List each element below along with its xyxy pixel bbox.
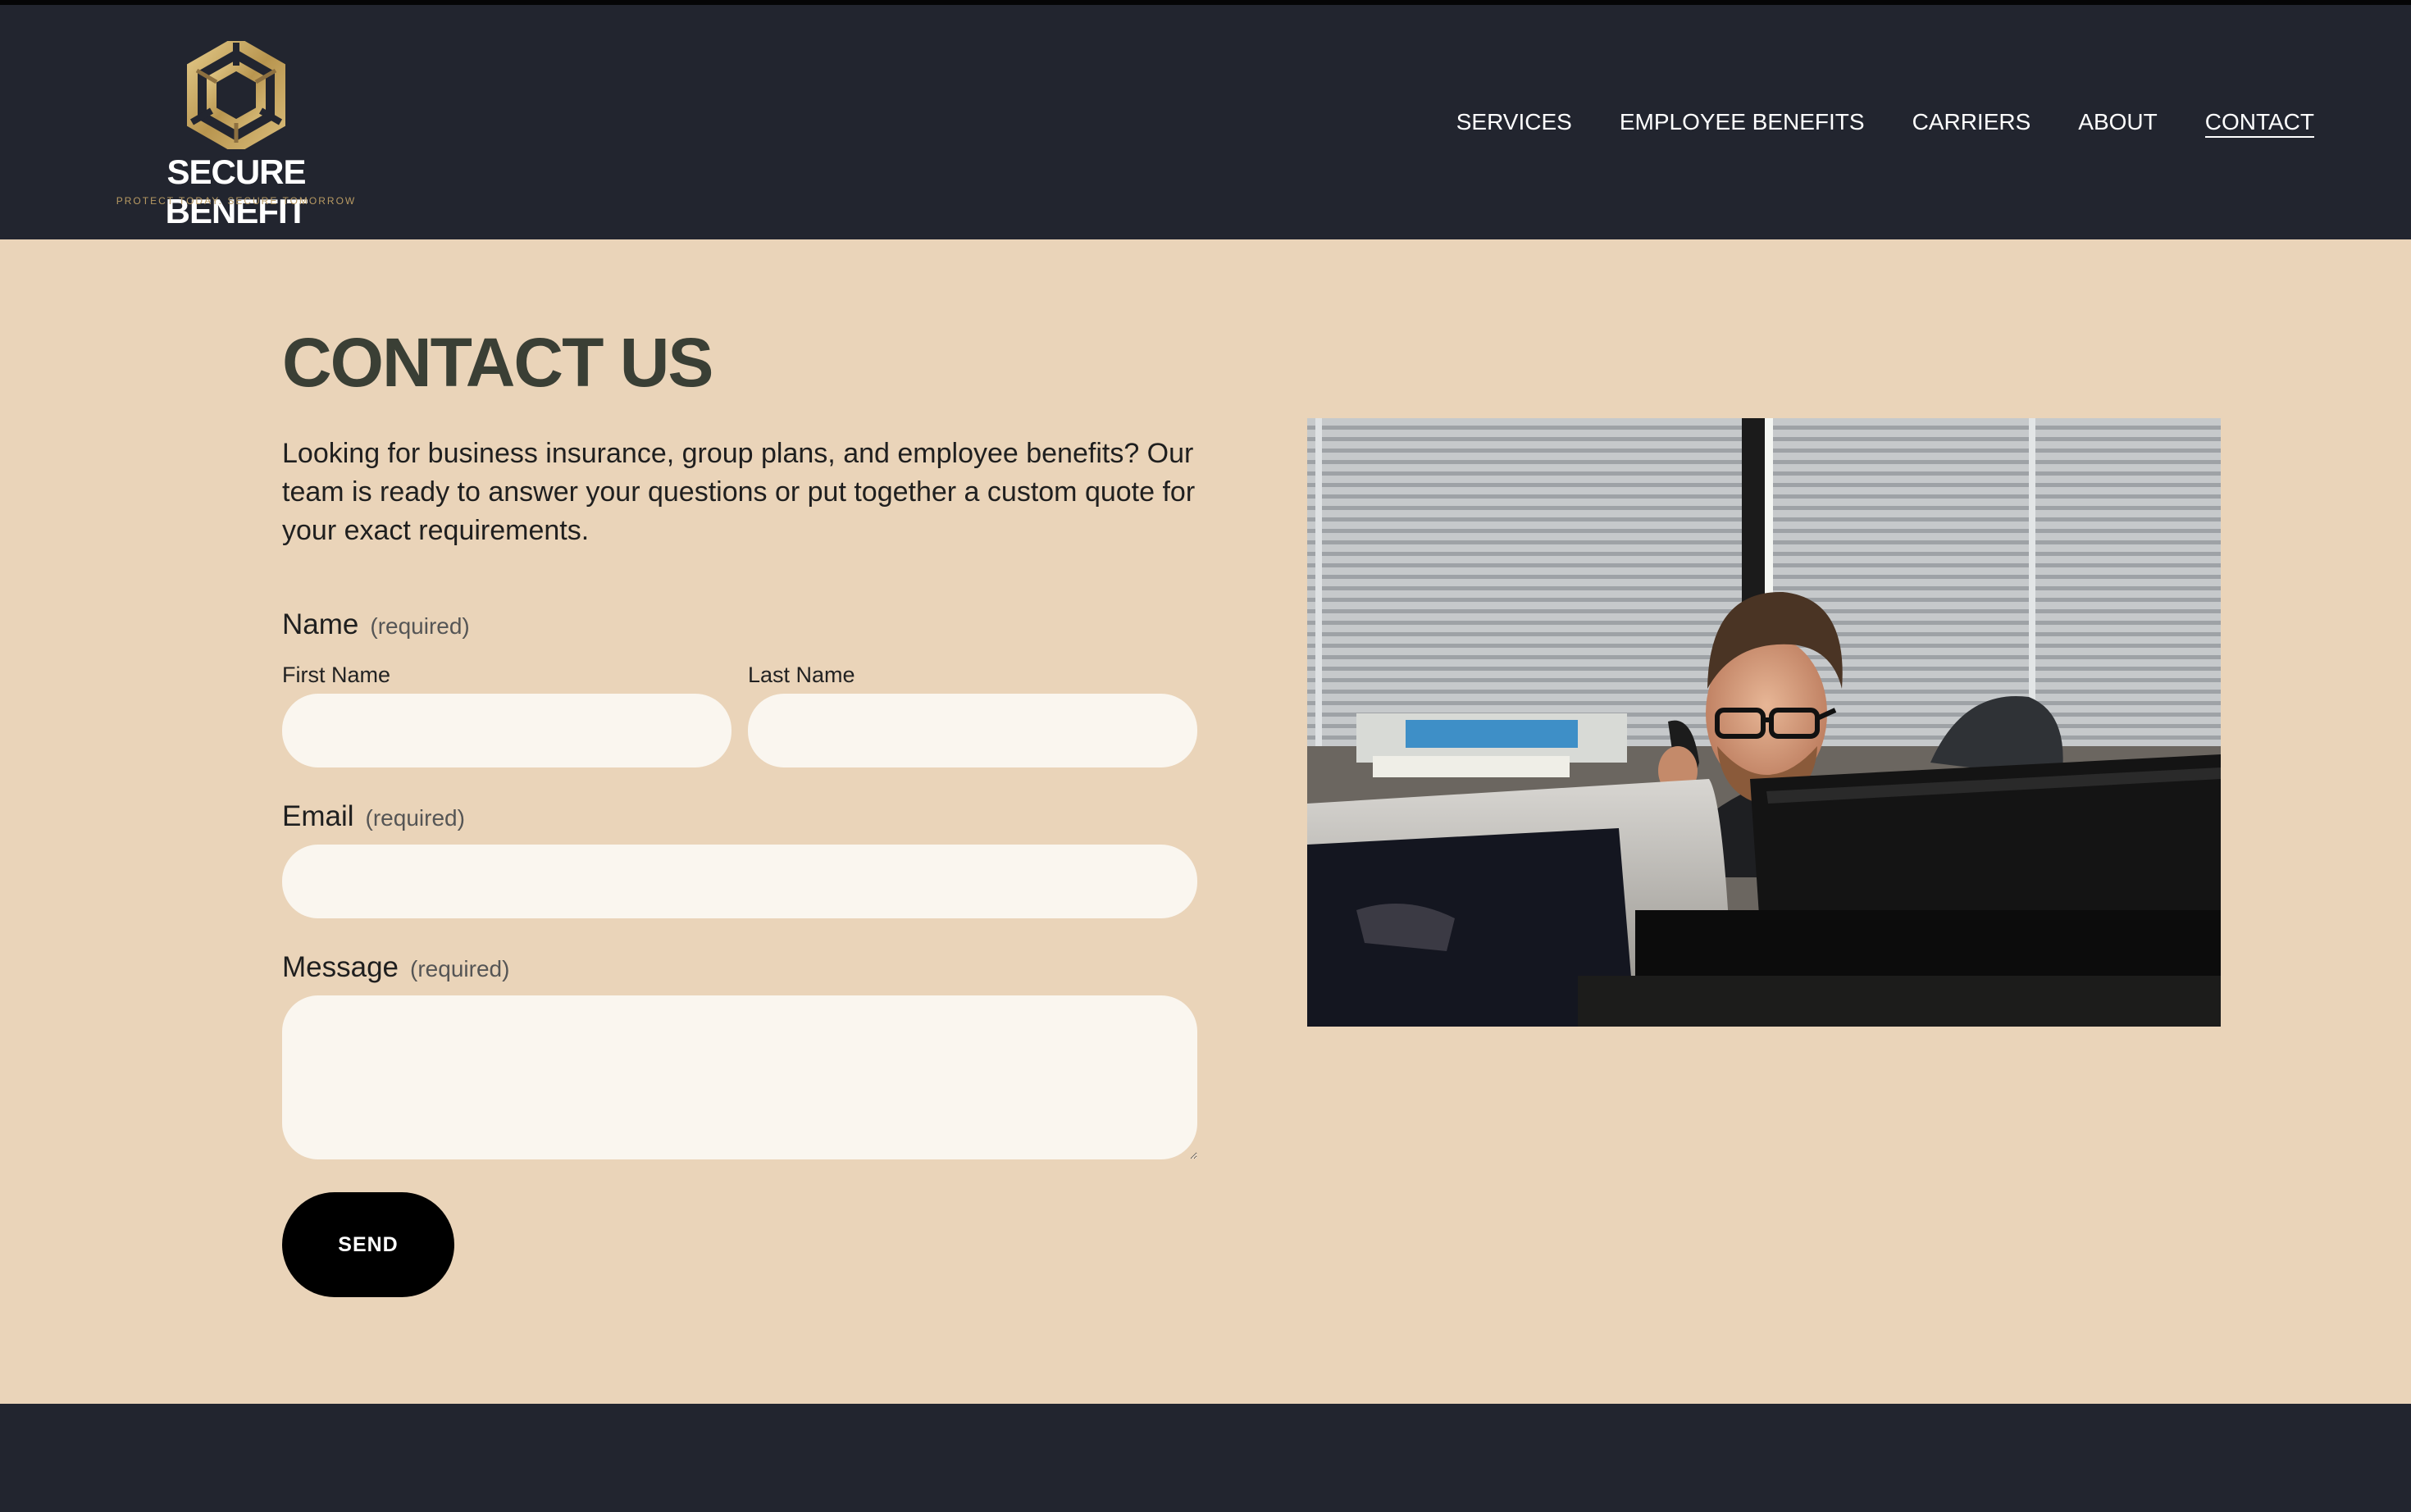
send-button[interactable]: SEND xyxy=(282,1192,454,1297)
first-name-input[interactable] xyxy=(282,694,732,767)
name-label-text: Name xyxy=(282,608,359,640)
nav-item-about[interactable]: ABOUT xyxy=(2078,108,2157,138)
nav-item-contact[interactable]: CONTACT xyxy=(2204,108,2314,138)
last-name-input[interactable] xyxy=(748,694,1197,767)
message-textarea[interactable] xyxy=(282,995,1197,1159)
site-logo[interactable]: SECURE BENEFIT PROTECT TODAY. SECURE TOM… xyxy=(98,41,374,230)
email-input[interactable] xyxy=(282,845,1197,918)
page-title: CONTACT US xyxy=(282,324,713,401)
brand-name: SECURE BENEFIT xyxy=(165,153,308,230)
required-hint: (required) xyxy=(365,805,465,831)
required-hint: (required) xyxy=(410,956,510,981)
required-hint: (required) xyxy=(370,613,470,639)
site-header: SECURE BENEFIT PROTECT TODAY. SECURE TOM… xyxy=(0,5,2411,239)
brand-tagline: PROTECT TODAY. SECURE TOMORROW xyxy=(116,195,357,207)
main-nav: SERVICES EMPLOYEE BENEFITS CARRIERS ABOU… xyxy=(1456,108,2314,138)
email-label: Email (required) xyxy=(282,800,465,833)
last-name-label: Last Name xyxy=(748,663,855,687)
name-label: Name (required) xyxy=(282,608,470,641)
nav-item-carriers[interactable]: CARRIERS xyxy=(1912,108,2031,138)
hexagon-knot-icon xyxy=(187,41,285,149)
nav-item-employee-benefits[interactable]: EMPLOYEE BENEFITS xyxy=(1620,108,1865,138)
site-footer xyxy=(0,1404,2411,1512)
message-label: Message (required) xyxy=(282,951,509,984)
first-name-label: First Name xyxy=(282,663,391,687)
email-label-text: Email xyxy=(282,800,354,832)
intro-text: Looking for business insurance, group pl… xyxy=(282,438,1196,546)
office-photo-illustration xyxy=(1307,418,2221,1027)
message-label-text: Message xyxy=(282,951,399,983)
office-photo xyxy=(1307,418,2221,1027)
nav-item-services[interactable]: SERVICES xyxy=(1456,108,1572,138)
